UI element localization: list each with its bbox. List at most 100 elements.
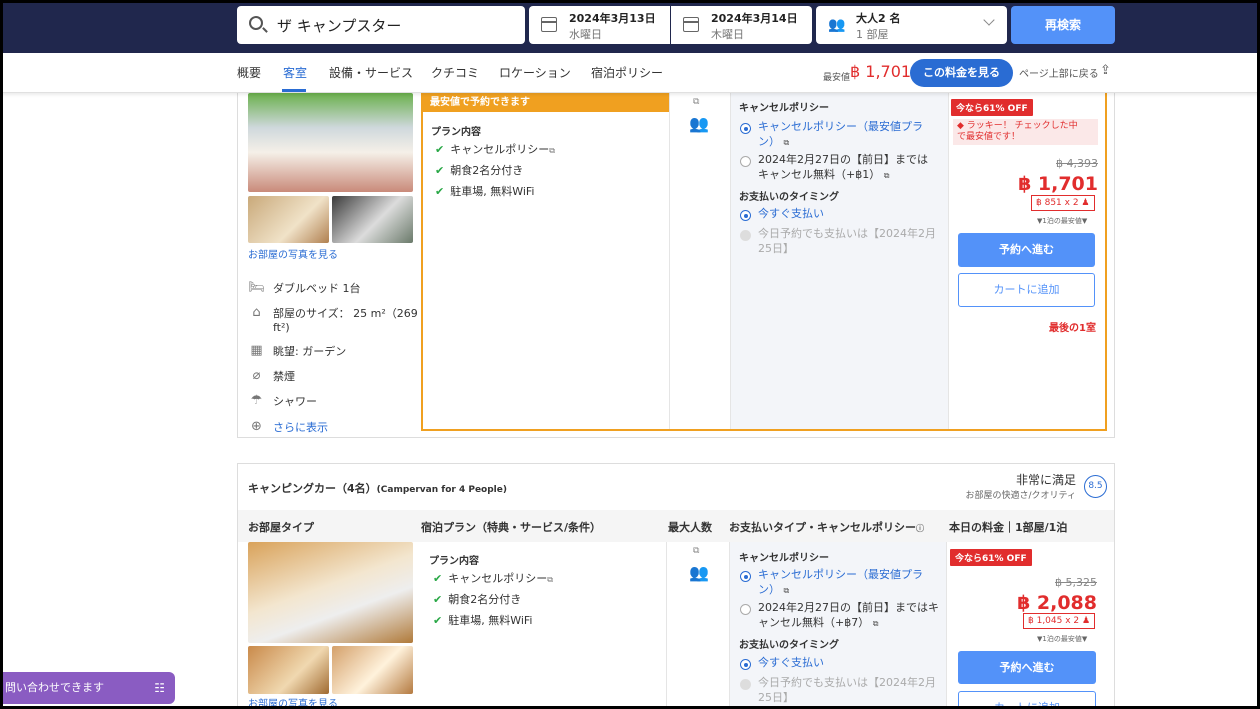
check-icon: ✔ [435,185,445,198]
plus-circle-icon: ⊕ [251,419,262,434]
room-thumb-photo[interactable] [248,196,329,243]
lowest-per-night-note: ▼1泊の最安値▼ [1037,217,1088,225]
cancel-option-1-text-2: ン） [758,583,780,596]
show-more-link[interactable]: ⊕ さらに表示 [248,419,328,435]
info-icon[interactable]: ⓘ [916,524,924,533]
room-thumb-photo[interactable] [332,646,413,694]
check-icon: ✔ [435,164,445,177]
room-main-photo[interactable] [248,542,413,643]
header-max-guests: 最大人数 [668,521,712,534]
per-night-breakdown: ฿ 1,045 x 2 ♟ [1023,613,1096,629]
add-to-cart-button[interactable]: カートに追加 [958,691,1096,709]
cancel-option-1[interactable]: キャンセルポリシー（最安値プラ ン） ⧉ [758,119,923,150]
add-to-cart-button[interactable]: カートに追加 [958,273,1095,307]
check-icon: ✔ [435,143,445,156]
pay-option-1[interactable]: 今すぐ支払い [758,206,824,221]
section-tabs: 概要 客室 設備・サービス クチコミ ロケーション 宿泊ポリシー 最安値 ฿ 1… [0,53,1260,93]
last-room-notice: 最後の1室 [1049,323,1096,334]
checkin-date-field[interactable]: 2024年3月13日 水曜日 [529,6,670,44]
plan-title: プラン内容 [431,127,481,138]
current-price: ฿ 1,701 [1018,173,1098,195]
copy-icon[interactable]: ⧉ [693,546,699,556]
check-icon: ✔ [433,614,443,627]
plan-item: ✔ 駐車場, 無料WiFi [435,183,535,199]
back-to-top-link[interactable]: ページ上部に戻る [1019,65,1099,80]
plan-item: ✔ 朝食2名分付き [435,162,523,178]
per-night-text: ฿ 851 x 2 [1036,198,1079,208]
tab-reviews[interactable]: クチコミ [431,64,479,81]
cancel-policy-title: キャンセルポリシー [739,103,829,114]
see-room-photos-link[interactable]: お部屋の写真を見る [248,695,338,709]
search-icon [249,16,263,30]
see-room-photos-link[interactable]: お部屋の写真を見る [248,246,338,261]
external-link-icon[interactable]: ⧉ [784,138,790,147]
pay-radio-selected[interactable] [740,210,751,221]
view-icon: ▦ [250,343,263,358]
room-size-icon: ⌂ [252,305,261,320]
cancel-option-2-text-2: ャンセル無料（+฿7） [758,616,870,629]
room-thumb-photo[interactable] [332,196,413,243]
checkout-date-field[interactable]: 2024年3月14日 木曜日 [671,6,812,44]
cancel-option-2[interactable]: 2024年2月27日の【前日】までは キャンセル無料（+฿1） ⧉ [758,152,928,183]
pay-option-2-text: 今日予約でも支払いは【2024年2月 [758,227,936,240]
tab-rooms[interactable]: 客室 [283,64,307,81]
see-price-button[interactable]: この料金を見る [910,59,1013,87]
pay-option-1[interactable]: 今すぐ支払い [758,655,824,670]
room-card: キャンピングカー（4名）(Campervan for 4 People) 非常に… [237,463,1115,709]
cancel-option-1[interactable]: キャンセルポリシー（最安値プラ ン） ⧉ [758,567,923,598]
cancel-option-1-text: キャンセルポリシー（最安値プラ [758,568,923,581]
show-more-text: さらに表示 [273,421,328,434]
tab-policies[interactable]: 宿泊ポリシー [591,64,663,81]
per-night-breakdown: ฿ 851 x 2 ♟ [1031,195,1095,211]
copy-icon[interactable]: ⧉ [693,97,699,107]
plan-title: プラン内容 [429,556,479,567]
lucky-notice: ◆ ラッキー！ チェックした中 で最安値です！ [953,119,1098,145]
external-link-icon[interactable]: ⧉ [884,171,890,180]
cheapest-label: 最安値 [823,73,851,83]
pay-radio-selected[interactable] [740,659,751,670]
rooms-count: 1 部屋 [856,28,889,41]
research-button[interactable]: 再検索 [1011,6,1115,44]
room-thumb-photo[interactable] [248,646,329,694]
payment-timing-title: お支払いのタイミング [739,640,839,651]
tab-overview[interactable]: 概要 [237,64,261,81]
cancel-radio-selected[interactable] [740,123,751,134]
search-input[interactable]: ザ キャンプスター [237,6,525,44]
cancel-radio[interactable] [740,156,751,167]
header-price: 本日の料金｜1部屋/1泊 [949,521,1068,534]
book-button[interactable]: 予約へ進む [958,233,1095,267]
cancel-option-2[interactable]: 2024年2月27日の【前日】まではキ ャンセル無料（+฿7） ⧉ [758,600,939,631]
checkout-day: 木曜日 [711,28,744,41]
guests-selector[interactable]: 👥 大人2 名 1 部屋 [816,6,1007,44]
external-link-icon[interactable]: ⧉ [547,575,553,584]
lucky-text-2: で最安値です！ [957,132,1021,142]
external-link-icon[interactable]: ⧉ [784,586,790,595]
plan-item: ✔ 駐車場, 無料WiFi [433,612,533,628]
amenity-item: 🛏 ダブルベッド 1台 [248,280,360,296]
top-search-bar: ザ キャンプスター 2024年3月13日 水曜日 2024年3月14日 木曜日 … [0,0,1260,53]
guests-count: 大人2 名 [856,12,901,25]
chat-widget[interactable]: 問い合わせできます ☷ [3,672,175,704]
amenity-text: 眺望: ガーデン [273,345,347,358]
tag-icon: ◆ [957,121,964,131]
tab-location[interactable]: ロケーション [499,64,571,81]
two-persons-icon: 👥 [689,563,709,582]
cancel-option-1-text-2: ン） [758,135,780,148]
checkin-date: 2024年3月13日 [569,12,656,25]
book-button[interactable]: 予約へ進む [958,651,1096,684]
header-payment: お支払いタイプ・キャンセルポリシーⓘ [729,519,924,535]
room-main-photo[interactable] [248,93,413,192]
tab-facilities[interactable]: 設備・サービス [329,64,413,81]
column-divider [729,542,730,709]
external-link-icon[interactable]: ⧉ [549,146,555,155]
cancel-radio[interactable] [740,604,751,615]
external-link-icon[interactable]: ⧉ [873,619,879,628]
arrow-up-icon[interactable]: ⇪ [1100,63,1111,78]
best-price-label: 最安値で予約できます [423,93,669,112]
amenity-text: 禁煙 [273,370,295,383]
cancel-radio-selected[interactable] [740,571,751,582]
amenity-item: ⌀ 禁煙 [248,368,295,384]
room-card: お部屋の写真を見る 🛏 ダブルベッド 1台 ⌂ 部屋のサイズ： 25 m²（269 f… [237,93,1115,438]
calendar-out-icon [683,17,699,32]
plan-item-text: キャンセルポリシー [448,572,548,585]
